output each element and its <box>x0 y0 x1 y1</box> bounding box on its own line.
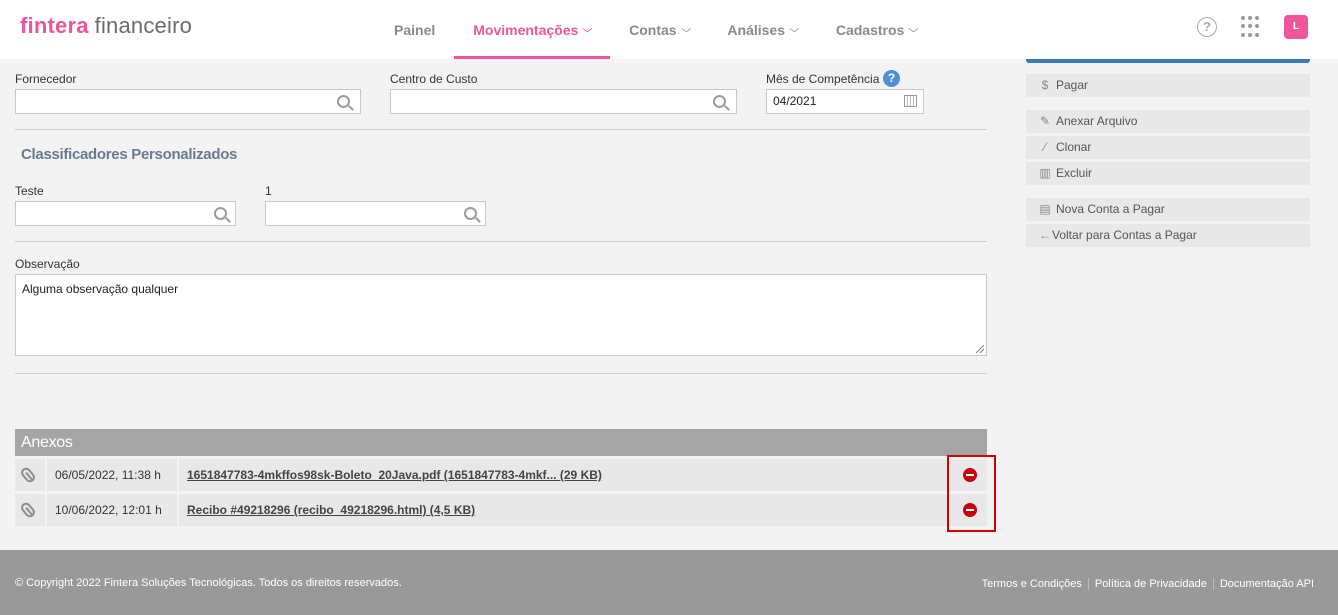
trash-icon: ▥ <box>1039 166 1051 180</box>
footer-link-api-docs[interactable]: Documentação API <box>1212 578 1320 590</box>
delete-label: Excluir <box>1056 166 1093 180</box>
nav-contas[interactable]: Contas ⌵ <box>610 0 708 59</box>
field-1-label: 1 <box>265 184 272 198</box>
back-to-payables-button[interactable]: ← Voltar para Contas a Pagar <box>1026 224 1310 247</box>
table-row: 10/06/2022, 12:01 h Recibo #49218296 (re… <box>15 494 995 528</box>
dollar-icon: $ <box>1041 78 1049 92</box>
chevron-down-icon: ⌵ <box>789 24 800 34</box>
app-logo[interactable]: fintera financeiro <box>20 13 192 39</box>
new-payable-button[interactable]: ▤ Nova Conta a Pagar <box>1026 198 1310 221</box>
nav-painel-label: Painel <box>394 21 436 38</box>
clone-label: Clonar <box>1056 140 1092 154</box>
resize-handle-icon[interactable] <box>976 345 984 353</box>
pay-button[interactable]: $ Pagar <box>1026 74 1310 97</box>
calendar-icon[interactable] <box>904 95 917 107</box>
chevron-down-icon: ⌵ <box>582 24 593 34</box>
attachment-icon-cell <box>15 494 45 526</box>
nav-cadastros-label: Cadastros <box>835 21 905 38</box>
footer-link-terms[interactable]: Termos e Condições <box>976 578 1088 590</box>
highlight-annotation-box <box>947 455 996 532</box>
divider <box>15 373 987 374</box>
apps-grid-icon[interactable] <box>1241 16 1263 38</box>
table-row: 06/05/2022, 11:38 h 1651847783-4mkffos98… <box>15 459 995 493</box>
help-icon[interactable]: ? <box>1197 17 1217 37</box>
nav-movimentacoes[interactable]: Movimentações ⌵ <box>454 0 611 59</box>
chevron-down-icon: ⌵ <box>681 24 691 34</box>
observacao-text: Alguma observação qualquer <box>22 282 179 296</box>
fornecedor-label: Fornecedor <box>15 72 77 86</box>
new-payable-label: Nova Conta a Pagar <box>1056 202 1165 216</box>
search-icon[interactable] <box>337 95 350 108</box>
attachment-icon-cell <box>15 459 45 491</box>
divider <box>15 241 987 242</box>
sidebar-accent-bar <box>1026 59 1310 63</box>
attachments-header: Anexos <box>15 429 987 456</box>
info-question-icon[interactable]: ? <box>883 70 900 87</box>
custom-classifiers-title: Classificadores Personalizados <box>21 146 238 163</box>
footer-copyright: © Copyright 2022 Fintera Soluções Tecnol… <box>15 577 402 589</box>
paperclip-icon: ✎ <box>1039 114 1051 128</box>
attachment-date: 10/06/2022, 12:01 h <box>47 494 177 526</box>
field-1-input[interactable] <box>265 201 486 226</box>
attachment-file-link[interactable]: 1651847783-4mkffos98sk-Boleto_20Java.pdf… <box>187 468 602 482</box>
nav-cadastros[interactable]: Cadastros ⌵ <box>817 0 936 59</box>
teste-input[interactable] <box>15 201 236 226</box>
paperclip-icon <box>19 465 37 485</box>
footer: © Copyright 2022 Fintera Soluções Tecnol… <box>0 550 1338 615</box>
observacao-textarea[interactable]: Alguma observação qualquer <box>15 274 987 356</box>
delete-button[interactable]: ▥ Excluir <box>1026 162 1310 185</box>
chevron-down-icon: ⌵ <box>908 24 919 34</box>
main-nav: Painel Movimentações ⌵ Contas ⌵ Análises ⌵ … <box>375 0 936 59</box>
centro-custo-input[interactable] <box>390 89 737 114</box>
mes-competencia-label: Mês de Competência <box>766 72 880 86</box>
attach-file-label: Anexar Arquivo <box>1056 114 1138 128</box>
arrow-left-icon: ← <box>1039 228 1051 242</box>
observacao-label: Observação <box>15 257 80 271</box>
top-navigation-bar: fintera financeiro Painel Movimentações ⌵ … <box>0 0 1338 59</box>
nav-contas-label: Contas <box>629 21 677 38</box>
paperclip-icon <box>19 500 37 520</box>
divider <box>15 129 987 130</box>
clone-button[interactable]: ⁄ Clonar <box>1026 136 1310 159</box>
attachment-file-cell: 1651847783-4mkffos98sk-Boleto_20Java.pdf… <box>179 459 947 491</box>
search-icon[interactable] <box>713 95 726 108</box>
footer-link-privacy[interactable]: Política de Privacidade <box>1087 578 1213 590</box>
attachment-date: 06/05/2022, 11:38 h <box>47 459 177 491</box>
teste-label: Teste <box>15 184 44 198</box>
centro-custo-label: Centro de Custo <box>390 72 478 86</box>
nav-movimentacoes-label: Movimentações <box>473 21 579 38</box>
attachment-file-cell: Recibo #49218296 (recibo_49218296.html) … <box>179 494 947 526</box>
footer-links: Termos e Condições Política de Privacida… <box>976 578 1320 590</box>
mes-competencia-input[interactable]: 04/2021 <box>766 89 924 114</box>
pay-label: Pagar <box>1056 78 1089 92</box>
magic-wand-icon: ⁄ <box>1043 140 1046 154</box>
attachment-file-link[interactable]: Recibo #49218296 (recibo_49218296.html) … <box>187 503 475 517</box>
search-icon[interactable] <box>214 207 227 220</box>
back-to-payables-label: Voltar para Contas a Pagar <box>1052 228 1197 242</box>
logo-brand: fintera <box>20 13 89 38</box>
logo-product: financeiro <box>94 13 193 38</box>
nav-analises[interactable]: Análises ⌵ <box>708 0 816 59</box>
document-icon: ▤ <box>1039 202 1051 216</box>
search-icon[interactable] <box>464 207 477 220</box>
user-avatar[interactable]: L <box>1284 15 1308 39</box>
nav-analises-label: Análises <box>727 21 785 38</box>
fornecedor-input[interactable] <box>15 89 361 114</box>
nav-painel[interactable]: Painel <box>375 0 454 59</box>
attach-file-button[interactable]: ✎ Anexar Arquivo <box>1026 110 1310 133</box>
